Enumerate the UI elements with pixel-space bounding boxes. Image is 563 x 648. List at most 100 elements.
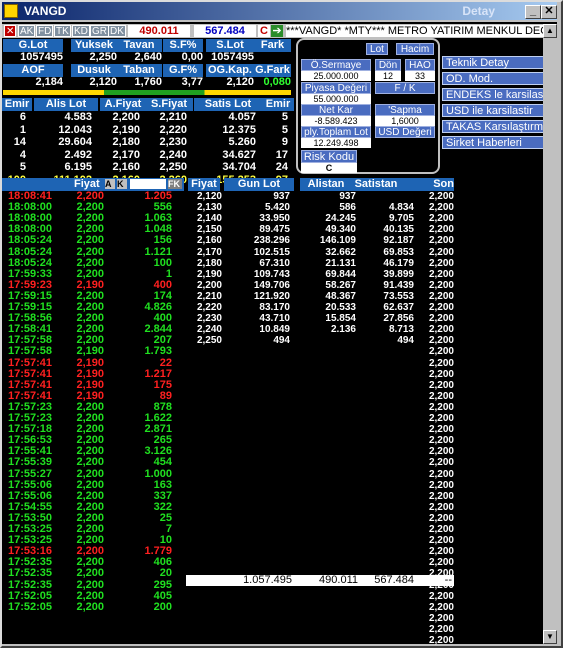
right-button[interactable]: Sirket Haberleri xyxy=(442,136,556,149)
dist-cell: 102.515 xyxy=(253,246,290,258)
toolbar-btn-dk[interactable]: DK xyxy=(108,25,126,37)
right-button[interactable]: USD ile karsilastir xyxy=(442,104,556,117)
depth-cell: 24 xyxy=(275,161,288,173)
right-button[interactable]: OD. Mod. xyxy=(442,72,556,85)
dist-cell: 24.245 xyxy=(325,213,356,225)
depth-cell: 2.492 xyxy=(64,148,92,161)
son-cell: 2,200 xyxy=(428,490,454,502)
trade-cell: 17:52:35 xyxy=(8,567,53,580)
scroll-down-icon[interactable]: ▼ xyxy=(543,630,557,644)
arrow-icon[interactable]: ➔ xyxy=(271,25,283,37)
netkar-value: -8.589.423 xyxy=(301,116,371,126)
lot-button[interactable]: Lot xyxy=(366,43,388,55)
son-cell: 2,200 xyxy=(428,401,454,413)
trade-cell: 18:05:24 xyxy=(8,245,53,258)
sort-k-button[interactable]: K xyxy=(117,179,127,189)
dist-cell: 2,160 xyxy=(196,235,222,247)
depth-cell: 2,170 xyxy=(112,148,140,161)
dist-row: 2,170 102.515 32.662 69.853 xyxy=(186,247,454,258)
dist-cell: 33.950 xyxy=(259,213,290,225)
vertical-scrollbar[interactable]: ▲ ▼ xyxy=(543,24,557,644)
sort-a-button[interactable]: A xyxy=(105,179,115,189)
trade-cell: 2,200 xyxy=(76,245,104,258)
summary-value: 2,120 xyxy=(226,76,254,88)
son-cell: 2,200 xyxy=(428,268,454,280)
hao-label: HAO xyxy=(405,59,435,71)
trade-cell: 2,200 xyxy=(76,600,104,613)
dist-header: Fiyat xyxy=(188,178,220,191)
trade-cell: 2,190 xyxy=(76,356,104,369)
trade-cell: 156 xyxy=(153,234,172,247)
toolbar-btn-gr[interactable]: GR xyxy=(90,25,109,37)
hacim-button[interactable]: Hacim xyxy=(396,43,434,55)
toplamlot-label: ply.Toplam Lot xyxy=(301,126,371,138)
dist-cell: 43.710 xyxy=(259,313,290,325)
toolbar-btn-tk[interactable]: TK xyxy=(54,25,71,37)
window-title: VANGD xyxy=(24,4,67,18)
son-cell: 2,200 xyxy=(428,324,454,336)
don-label: Dön xyxy=(375,59,401,71)
toolbar-btn-kd[interactable]: KD xyxy=(72,25,90,37)
son-cell: 2,200 xyxy=(428,501,454,513)
dist-row: 2,250 494 494 xyxy=(186,335,454,346)
toolbar-btn-fd[interactable]: FD xyxy=(36,25,54,37)
trend-bar xyxy=(3,90,291,95)
dist-cell: 40.135 xyxy=(383,224,414,236)
title-bar[interactable]: VANGD Detay _ ✕ xyxy=(2,2,557,20)
son-cell: 2,200 xyxy=(428,213,454,225)
filter-input[interactable] xyxy=(130,179,166,189)
fk-button[interactable]: FK xyxy=(168,179,182,189)
depth-header: Satis Lot xyxy=(194,98,262,111)
dist-cell: 69.844 xyxy=(325,268,356,280)
dist-cell: 89.475 xyxy=(259,224,290,236)
dist-cell: 83.170 xyxy=(259,302,290,313)
minimize-button[interactable]: _ xyxy=(525,5,541,19)
dist-row: 2,200 149.706 58.267 91.439 xyxy=(186,280,454,291)
trade-cell: 18:05:24 xyxy=(8,256,53,269)
son-cell: 2,200 xyxy=(428,468,454,480)
dist-cell: 27.856 xyxy=(383,313,414,325)
dist-cell: 2,140 xyxy=(196,213,222,225)
trade-cell: 405 xyxy=(153,589,172,602)
total-cell: -- xyxy=(444,574,452,586)
depth-header: A.Fiyat xyxy=(100,98,146,111)
son-cell: 2,200 xyxy=(428,379,454,391)
trade-cell: 17:57:41 xyxy=(8,367,53,380)
scroll-up-icon[interactable]: ▲ xyxy=(543,24,557,38)
depth-cell: 29.604 xyxy=(58,136,92,148)
depth-cell: 6 xyxy=(19,111,26,123)
dist-cell: 494 xyxy=(273,335,290,347)
hao-value: 33 xyxy=(405,71,435,81)
right-button[interactable]: Teknik Detay xyxy=(442,56,556,69)
trade-cell: 2,190 xyxy=(76,367,104,380)
son-cell: 2,200 xyxy=(428,302,454,313)
depth-cell: 12.043 xyxy=(58,123,92,136)
son-cell: 2,200 xyxy=(428,435,454,447)
toolbar-btn-ak[interactable]: AK xyxy=(18,25,36,37)
depth-cell: 5 xyxy=(19,161,26,173)
right-button[interactable]: ENDEKS le karsilastir xyxy=(442,88,556,101)
dist-cell: 238.296 xyxy=(253,235,290,247)
don-value: 12 xyxy=(375,71,401,81)
trade-cell: 17:55:06 xyxy=(8,478,53,491)
trade-cell: 17:52:05 xyxy=(8,600,53,613)
trade-cell: 454 xyxy=(153,456,172,469)
right-button[interactable]: TAKAS Karsılaştırma xyxy=(442,120,556,133)
sapma-value: 1,6000 xyxy=(375,116,435,126)
dist-row: 2,160 238.296 146.109 92.187 xyxy=(186,235,454,246)
close-button[interactable]: ✕ xyxy=(541,5,557,19)
dist-row: 2,230 43.710 15.854 27.856 xyxy=(186,313,454,324)
depth-cell: 2,200 xyxy=(112,111,140,123)
son-cell: 2,200 xyxy=(428,191,454,202)
son-cell: 2,200 xyxy=(428,246,454,258)
dist-cell: 15.854 xyxy=(325,313,356,325)
depth-header: Emir xyxy=(2,98,32,111)
dist-row: 2,120 937 937 xyxy=(186,191,454,202)
ticker-text: ***VANGD* *MTY*** METRO YATIRIM MENKUL D… xyxy=(286,25,545,37)
close-icon[interactable]: ✕ xyxy=(4,25,16,37)
dist-cell: 937 xyxy=(273,191,290,202)
sapma-label: 'Sapma xyxy=(375,104,435,116)
dist-cell: 4.834 xyxy=(388,202,414,214)
dist-cell: 9.705 xyxy=(388,213,414,225)
dist-cell: 2,180 xyxy=(196,257,222,269)
